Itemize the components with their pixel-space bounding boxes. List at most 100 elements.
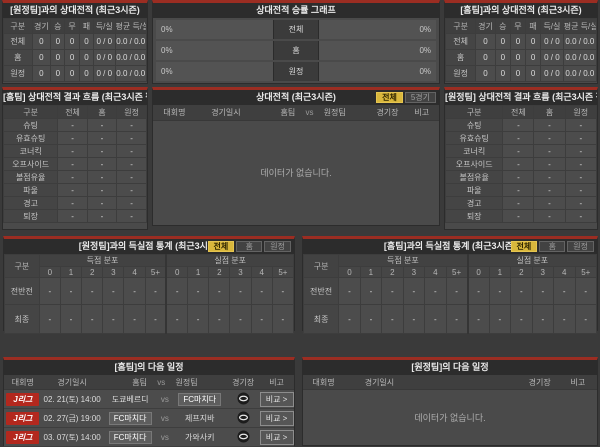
col-header: 원정: [564, 105, 598, 119]
tab-all[interactable]: 전체: [510, 241, 538, 252]
stadium-icon[interactable]: [237, 410, 250, 424]
list-header: 대회명 경기일시 홈팀 vs 원정팀 경기장 비고: [153, 105, 439, 121]
stat-cell: -: [144, 304, 167, 334]
conceded-group-header: 실점 분포: [165, 254, 295, 267]
bin-header: 0: [466, 266, 490, 278]
home-team-name: FC마치다: [108, 430, 152, 444]
col-header-league: 대회명: [312, 377, 335, 387]
table-row: 전체 0 0 0 0 0 / 0 0.0 / 0.0: [444, 33, 598, 50]
tab-last5[interactable]: 5경기: [404, 92, 436, 103]
bin-header: 2: [81, 266, 104, 278]
col-header-match: 홈팀 vs 원정팀: [256, 107, 370, 118]
h2h-table: 구분 경기 승 무 패 득/실 평균 득/실 전체 0 0 0 0 0 / 0: [3, 18, 147, 82]
stat-cell: 0.0 / 0.0: [562, 49, 598, 66]
table-row: 전반전 ------ ------: [302, 277, 597, 305]
panel-score-stats-vs-hometeam: [홈팀]과의 득실점 통계 (최근3시즌) 전체 홈 원정 구분 득점 분포 실…: [302, 236, 598, 334]
stat-cell: -: [57, 183, 88, 197]
table-row: 퇴장 - - -: [2, 209, 147, 223]
stat-cell: 0: [475, 33, 496, 50]
away-winrate-bar: 0%: [319, 62, 436, 81]
stat-cell: 0.0 / 0.0: [562, 33, 598, 50]
row-result-flow: [홈팀] 상대전적 결과 흐름 (최근3시즌 평균) 구분 전체 홈 원정 슈팅…: [2, 87, 598, 230]
tab-away[interactable]: 원정: [264, 241, 291, 252]
table-header-row: 구분 경기 승 무 패 득/실 평균 득/실: [3, 18, 147, 34]
col-header: 전체: [57, 105, 88, 119]
stat-cell: -: [359, 277, 383, 305]
col-header: 경기: [475, 18, 496, 34]
stat-cell: 0: [31, 65, 52, 82]
row-label: 전반전: [302, 277, 340, 305]
stat-cell: -: [359, 304, 383, 334]
home-winrate-bar: 0%: [156, 20, 273, 39]
stadium-icon[interactable]: [237, 391, 250, 405]
tab-all[interactable]: 전체: [376, 92, 403, 103]
compare-button[interactable]: 비교 >: [259, 391, 294, 407]
panel-title-text: [홈팀]과의 득실점 통계 (최근3시즌): [383, 241, 517, 251]
stat-cell: -: [502, 157, 535, 171]
tab-home[interactable]: 홈: [236, 241, 263, 252]
stat-cell: -: [445, 304, 469, 334]
col-header-stadium: 경기장: [376, 108, 399, 117]
stat-cell: 0: [475, 65, 496, 82]
col-header: 평균 득/실: [114, 18, 147, 34]
stadium-icon[interactable]: [237, 429, 250, 443]
col-header: 홈: [533, 105, 566, 119]
table-row: 홈 0 0 0 0 0 / 0 0.0 / 0.0: [3, 49, 147, 66]
col-header-league: 대회명: [163, 108, 186, 117]
bin-header: 5+: [144, 266, 167, 278]
row-label: 볼점유율: [444, 170, 504, 184]
league-badge: J리그: [6, 411, 40, 425]
schedule-header: 대회명 경기일시 경기장 비고: [303, 375, 597, 390]
stat-cell: -: [86, 183, 118, 197]
graph-row: 0% 전체 0%: [156, 20, 436, 39]
stat-cell: -: [564, 209, 598, 223]
stat-cell: 0 / 0: [93, 33, 116, 50]
away-team-name: 제프지바: [184, 413, 215, 423]
bin-header: 1: [59, 266, 83, 278]
stat-cell: 0 / 0: [540, 33, 564, 50]
table-row: 최종 ------ ------: [4, 304, 295, 334]
col-header: 무: [509, 18, 527, 34]
col-header-home: 홈팀: [132, 377, 147, 387]
row-label: 원정: [444, 65, 477, 82]
col-header: 평균 득/실: [562, 18, 598, 34]
stat-cell: -: [59, 304, 83, 334]
vs-label: vs: [157, 377, 166, 387]
stat-cell: -: [86, 196, 118, 210]
col-header: 득/실: [540, 18, 564, 34]
stat-cell: -: [81, 304, 104, 334]
stat-cell: -: [533, 196, 566, 210]
panel-away-next-schedule: [원정팀]의 다음 일정 대회명 경기일시 경기장 비고 데이터가 없습니다.: [302, 357, 598, 446]
goals-group-header: 득점 분포: [338, 254, 469, 267]
tab-all[interactable]: 전체: [207, 241, 235, 252]
bin-header: 3: [102, 266, 125, 278]
stat-cell: 0: [50, 49, 66, 66]
bin-header: 5+: [445, 266, 469, 278]
bin-header: 5+: [574, 266, 597, 278]
table-header-row: 구분 경기 승 무 패 득/실 평균 득/실: [444, 18, 598, 34]
bin-header: 4: [424, 266, 447, 278]
row-label: 코너킥: [2, 144, 59, 158]
compare-button[interactable]: 비교 >: [259, 410, 294, 426]
bin-header: 1: [187, 266, 210, 278]
stat-cell: -: [38, 304, 61, 334]
stat-cell: -: [424, 304, 447, 334]
stat-cell: -: [57, 157, 88, 171]
winrate-graph: 0% 전체 0% 0% 홈 0% 0% 원정 0%: [153, 18, 439, 85]
home-team-name: 도쿄베르디: [111, 394, 149, 404]
compare-button[interactable]: 비교 >: [259, 429, 294, 445]
bin-header: 1: [488, 266, 512, 278]
col-header-datetime: 경기일시: [57, 377, 87, 387]
home-winrate-bar: 0%: [156, 62, 273, 81]
stat-cell: -: [86, 209, 118, 223]
col-header: 패: [524, 18, 542, 34]
tab-away[interactable]: 원정: [567, 241, 594, 252]
stat-cell: -: [271, 277, 295, 305]
tab-home[interactable]: 홈: [539, 241, 566, 252]
stat-cell: -: [86, 131, 118, 145]
stat-cell: 0.0 / 0.0: [114, 33, 147, 50]
stat-cell: -: [502, 118, 535, 132]
away-winrate-bar: 0%: [319, 41, 436, 60]
stat-cell: -: [57, 131, 88, 145]
col-header-note: 비고: [570, 377, 586, 387]
